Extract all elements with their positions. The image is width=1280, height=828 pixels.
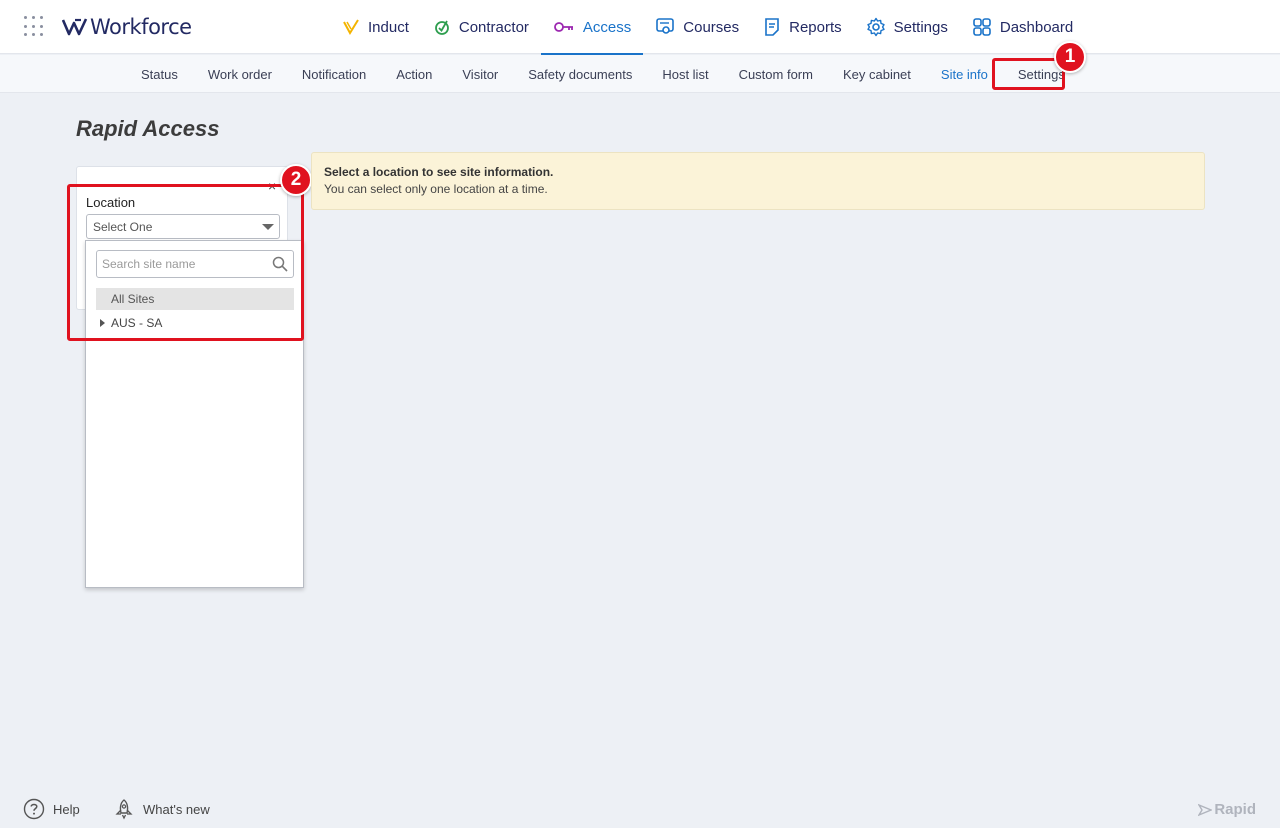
rapid-brand: Rapid — [1198, 801, 1256, 818]
help-icon — [23, 798, 45, 820]
help-label: Help — [53, 801, 80, 817]
subnav-host-list[interactable]: Host list — [647, 55, 723, 93]
nav-reports-label: Reports — [789, 18, 842, 36]
top-bar: Workforce Induct Contractor Access Cours… — [0, 0, 1280, 55]
subnav-status[interactable]: Status — [126, 55, 193, 93]
nav-contractor[interactable]: Contractor — [421, 0, 541, 54]
subnav-notification[interactable]: Notification — [287, 55, 381, 93]
app-launcher-icon[interactable] — [24, 16, 46, 38]
subnav-key-cabinet[interactable]: Key cabinet — [828, 55, 926, 93]
nav-access[interactable]: Access — [540, 0, 644, 55]
dashboard-icon — [973, 18, 991, 36]
nav-reports[interactable]: Reports — [751, 0, 854, 54]
reports-icon — [765, 18, 779, 36]
subnav-action[interactable]: Action — [381, 55, 447, 93]
nav-courses-label: Courses — [683, 18, 740, 36]
whats-new-label: What's new — [143, 801, 210, 817]
gear-icon — [866, 17, 885, 37]
nav-dashboard-label: Dashboard — [999, 18, 1074, 36]
brand-label: Rapid — [1214, 801, 1256, 818]
step-badge-2: 2 — [280, 164, 312, 196]
nav-induct[interactable]: Induct — [330, 0, 421, 54]
main-nav: Induct Contractor Access Courses Reports… — [330, 0, 1085, 55]
step-badge-1: 1 — [1054, 41, 1086, 73]
site-info-highlight — [992, 58, 1065, 90]
help-link[interactable]: Help — [23, 798, 80, 820]
info-banner: Select a location to see site informatio… — [311, 152, 1205, 210]
contractor-icon — [434, 20, 449, 35]
subnav-custom-form[interactable]: Custom form — [724, 55, 828, 93]
nav-courses[interactable]: Courses — [643, 0, 751, 54]
whats-new-link[interactable]: What's new — [113, 798, 210, 820]
logo-text: Workforce — [90, 15, 192, 39]
nav-induct-label: Induct — [368, 18, 409, 36]
nav-access-label: Access — [582, 18, 632, 36]
info-title: Select a location to see site informatio… — [324, 165, 554, 179]
info-subtitle: You can select only one location at a ti… — [324, 182, 548, 196]
subnav-work-order[interactable]: Work order — [193, 55, 287, 93]
nav-contractor-label: Contractor — [458, 18, 529, 36]
sub-nav: Status Work order Notification Action Vi… — [0, 55, 1280, 93]
induct-icon — [343, 19, 359, 35]
rapid-logo-icon — [1198, 803, 1213, 816]
nav-settings-label: Settings — [893, 18, 948, 36]
footer: Help What's new Rapid — [0, 790, 1280, 828]
workforce-logo[interactable]: Workforce — [62, 12, 192, 42]
courses-icon — [656, 18, 675, 34]
rocket-icon — [115, 799, 133, 820]
workforce-logo-icon — [62, 18, 88, 36]
nav-settings[interactable]: Settings — [854, 0, 960, 54]
subnav-visitor[interactable]: Visitor — [447, 55, 513, 93]
subnav-safety-documents[interactable]: Safety documents — [513, 55, 647, 93]
access-key-icon — [554, 22, 573, 32]
location-highlight — [67, 184, 304, 341]
page-title: Rapid Access — [76, 116, 220, 141]
